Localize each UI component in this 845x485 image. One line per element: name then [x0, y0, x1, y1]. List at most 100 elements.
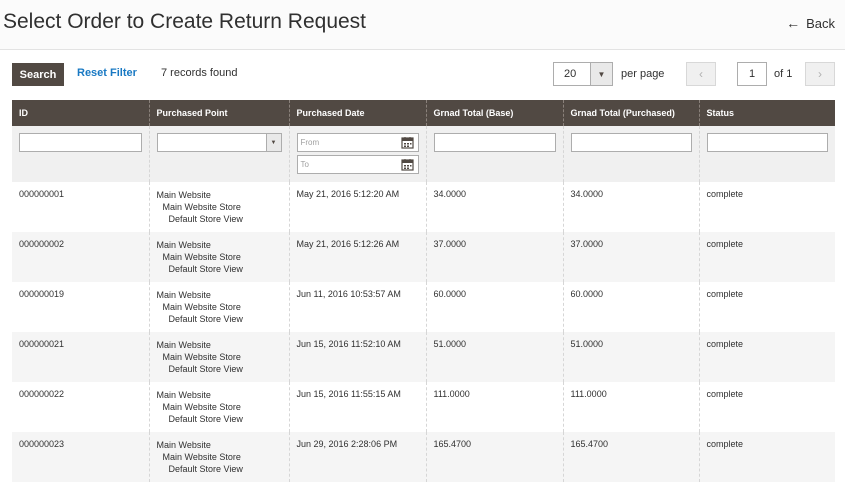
- column-header-grand-total-base[interactable]: Grnad Total (Base): [425, 100, 563, 126]
- cell-grand-total-purchased: 51.0000: [562, 332, 699, 382]
- cell-grand-total-base: 37.0000: [425, 232, 563, 282]
- purchased-point-view: Default Store View: [168, 314, 243, 324]
- filter-row: ▼ From To: [12, 126, 835, 182]
- table-row[interactable]: 000000002 Main Website Main Website Store D…: [12, 232, 835, 282]
- chevron-right-icon: ›: [818, 67, 822, 81]
- column-header-status[interactable]: Status: [698, 100, 835, 126]
- cell-purchased-date: May 21, 2016 5:12:26 AM: [288, 232, 426, 282]
- cell-purchased-date: Jun 15, 2016 11:55:15 AM: [288, 382, 426, 432]
- purchased-point-website: Main Website: [156, 240, 211, 250]
- cell-purchased-point: Main Website Main Website Store Default St…: [148, 182, 289, 232]
- per-page-label: per page: [621, 68, 665, 80]
- column-header-id[interactable]: ID: [12, 100, 149, 126]
- cell-id: 000000002: [12, 232, 149, 282]
- purchased-point-website: Main Website: [156, 340, 211, 350]
- cell-purchased-point: Main Website Main Website Store Default St…: [148, 332, 289, 382]
- purchased-point-store: Main Website Store: [162, 452, 241, 462]
- records-found: 7 records found: [161, 67, 238, 79]
- cell-status: complete: [698, 182, 835, 232]
- purchased-point-view: Default Store View: [168, 464, 243, 474]
- filter-cell-purchased-point: ▼: [148, 126, 289, 182]
- filter-cell-purchased-date: From To: [288, 126, 426, 182]
- cell-status: complete: [698, 332, 835, 382]
- cell-grand-total-purchased: 34.0000: [562, 182, 699, 232]
- cell-id: 000000019: [12, 282, 149, 332]
- reset-filter-link[interactable]: Reset Filter: [77, 67, 137, 79]
- cell-grand-total-purchased: 60.0000: [562, 282, 699, 332]
- cell-status: complete: [698, 232, 835, 282]
- calendar-icon[interactable]: [400, 158, 414, 171]
- purchased-point-store: Main Website Store: [162, 402, 241, 412]
- cell-id: 000000023: [12, 432, 149, 482]
- date-from-input[interactable]: From: [296, 133, 419, 152]
- cell-purchased-date: May 21, 2016 5:12:20 AM: [288, 182, 426, 232]
- purchased-point-store: Main Website Store: [162, 252, 241, 262]
- page-title: Select Order to Create Return Request: [3, 10, 367, 33]
- column-header-purchased-date[interactable]: Purchased Date: [288, 100, 426, 126]
- back-button[interactable]: ← Back: [786, 15, 835, 31]
- filter-cell-status: [698, 126, 835, 182]
- cell-grand-total-base: 165.4700: [425, 432, 563, 482]
- filter-cell-grand-total-base: [425, 126, 563, 182]
- column-header-grand-total-purchased[interactable]: Grnad Total (Purchased): [562, 100, 699, 126]
- next-page-button[interactable]: ›: [805, 62, 835, 86]
- cell-grand-total-base: 60.0000: [425, 282, 563, 332]
- purchased-point-view: Default Store View: [168, 214, 243, 224]
- purchased-point-view: Default Store View: [168, 364, 243, 374]
- grid-toolbar: Search Reset Filter 7 records found 20 ▼…: [0, 56, 845, 96]
- page-header: Select Order to Create Return Request ← …: [0, 0, 845, 50]
- grand-total-base-filter-input[interactable]: [433, 133, 556, 152]
- purchased-point-store: Main Website Store: [162, 352, 241, 362]
- cell-id: 000000021: [12, 332, 149, 382]
- cell-grand-total-purchased: 165.4700: [562, 432, 699, 482]
- purchased-point-website: Main Website: [156, 190, 211, 200]
- table-row[interactable]: 000000021 Main Website Main Website Store D…: [12, 332, 835, 382]
- calendar-icon[interactable]: [400, 136, 414, 149]
- cell-grand-total-purchased: 111.0000: [562, 382, 699, 432]
- status-filter-input[interactable]: [706, 133, 828, 152]
- purchased-point-view: Default Store View: [168, 414, 243, 424]
- caret-down-icon: ▼: [265, 134, 281, 151]
- caret-down-icon[interactable]: ▼: [590, 63, 612, 85]
- grid-header-row: ID Purchased Point Purchased Date Grnad …: [12, 100, 835, 126]
- arrow-left-icon: ←: [786, 15, 801, 31]
- purchased-point-store: Main Website Store: [162, 302, 241, 312]
- purchased-point-store: Main Website Store: [162, 202, 241, 212]
- table-row[interactable]: 000000019 Main Website Main Website Store D…: [12, 282, 835, 332]
- cell-purchased-point: Main Website Main Website Store Default St…: [148, 232, 289, 282]
- cell-purchased-point: Main Website Main Website Store Default St…: [148, 282, 289, 332]
- table-row[interactable]: 000000001 Main Website Main Website Store D…: [12, 182, 835, 232]
- orders-grid: ID Purchased Point Purchased Date Grnad …: [12, 100, 835, 482]
- cell-grand-total-base: 34.0000: [425, 182, 563, 232]
- chevron-left-icon: ‹: [699, 67, 703, 81]
- purchased-point-website: Main Website: [156, 390, 211, 400]
- purchased-point-website: Main Website: [156, 440, 211, 450]
- page-total: of 1: [774, 68, 793, 80]
- cell-purchased-date: Jun 11, 2016 10:53:57 AM: [288, 282, 426, 332]
- table-row[interactable]: 000000022 Main Website Main Website Store D…: [12, 382, 835, 432]
- cell-grand-total-base: 111.0000: [425, 382, 563, 432]
- id-filter-input[interactable]: [19, 133, 142, 152]
- per-page-select[interactable]: 20 ▼: [553, 62, 613, 86]
- date-to-input[interactable]: To: [296, 155, 419, 174]
- purchased-point-view: Default Store View: [168, 264, 243, 274]
- cell-id: 000000022: [12, 382, 149, 432]
- per-page-value: 20: [564, 68, 577, 80]
- cell-status: complete: [698, 382, 835, 432]
- cell-grand-total-purchased: 37.0000: [562, 232, 699, 282]
- column-header-purchased-point[interactable]: Purchased Point: [148, 100, 289, 126]
- cell-purchased-point: Main Website Main Website Store Default St…: [148, 432, 289, 482]
- cell-status: complete: [698, 282, 835, 332]
- table-row[interactable]: 000000023 Main Website Main Website Store D…: [12, 432, 835, 482]
- search-button[interactable]: Search: [12, 63, 64, 86]
- back-label: Back: [806, 15, 835, 31]
- cell-id: 000000001: [12, 182, 149, 232]
- previous-page-button[interactable]: ‹: [686, 62, 716, 86]
- grand-total-purchased-filter-input[interactable]: [570, 133, 692, 152]
- purchased-point-filter-select[interactable]: ▼: [156, 133, 282, 152]
- filter-cell-id: [12, 126, 149, 182]
- cell-purchased-date: Jun 29, 2016 2:28:06 PM: [288, 432, 426, 482]
- page-number-input[interactable]: 1: [737, 62, 767, 86]
- purchased-point-website: Main Website: [156, 290, 211, 300]
- date-to-placeholder: To: [300, 160, 309, 169]
